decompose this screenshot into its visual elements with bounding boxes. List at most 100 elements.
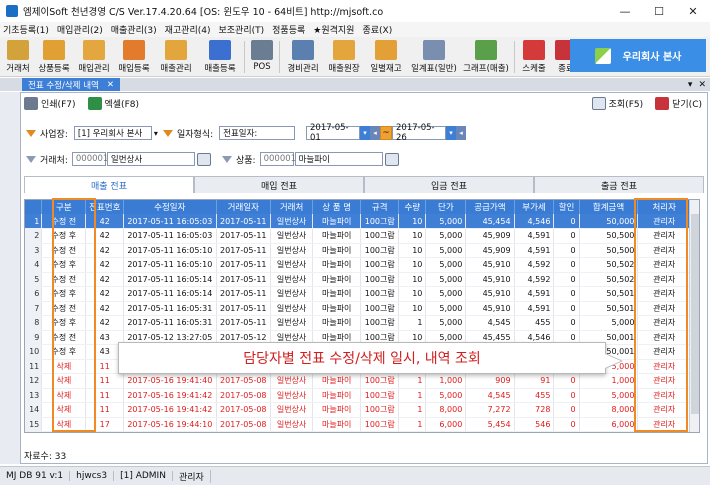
- table-row[interactable]: 4 수정 후 42 2017-05-11 16:05:10 2017-05-11 일번상사…: [25, 257, 691, 273]
- toolbar-button-2[interactable]: 매입관리: [74, 37, 114, 77]
- cell-disc: 0: [553, 243, 580, 258]
- toolbar-button-5[interactable]: 매출등록: [198, 37, 242, 77]
- table-row[interactable]: 6 수정 후 42 2017-05-11 16:05:14 2017-05-11 일번상사…: [25, 286, 691, 302]
- toolbar-button-label: 매출관리: [160, 64, 192, 74]
- doc-tab-edit-history[interactable]: 전표 수정/삭제 내역 ✕: [22, 78, 120, 91]
- cell-date: 2017-05-08: [216, 417, 272, 432]
- close-all-tabs-icon[interactable]: ✕: [698, 80, 706, 90]
- date-from-spin-icon[interactable]: ◂: [370, 126, 380, 140]
- tab-sales-slip[interactable]: 매출 전표: [24, 176, 194, 193]
- table-row[interactable]: 1 수정 전 42 2017-05-11 16:05:03 2017-05-11 일번상사…: [25, 214, 691, 229]
- table-row[interactable]: 2 수정 후 42 2017-05-11 16:05:03 2017-05-11 일번상사…: [25, 228, 691, 244]
- cell-qty: 1: [398, 373, 427, 389]
- menu-aux[interactable]: 보조관리(T): [219, 23, 265, 36]
- toolbar-button-9[interactable]: 일별재고: [364, 37, 408, 77]
- cell-n: 6: [25, 286, 43, 302]
- column-header[interactable]: 상 품 명: [312, 200, 362, 214]
- cell-n: 12: [25, 373, 43, 389]
- toolbar-button-8[interactable]: 매출원장: [324, 37, 364, 77]
- vendor-name-input[interactable]: 일번상사: [106, 152, 195, 166]
- excel-button[interactable]: 엑셀(F8): [87, 97, 139, 110]
- search-button[interactable]: 조회(F5): [591, 97, 643, 110]
- menu-basic[interactable]: 기초등록(1): [3, 23, 49, 36]
- date-from-dropdown-icon[interactable]: ▾: [360, 126, 370, 140]
- menu-license[interactable]: 정품등록: [272, 23, 305, 36]
- date-from-input[interactable]: 2017-05-01: [306, 123, 360, 143]
- cell-total: 50,000: [579, 214, 639, 229]
- toolbar-button-1[interactable]: 상품등록: [34, 37, 74, 77]
- vertical-scrollbar[interactable]: [689, 200, 699, 432]
- toolbar-button-0[interactable]: 거래처: [2, 37, 34, 77]
- table-row[interactable]: 7 수정 전 42 2017-05-11 16:05:31 2017-05-11 일번상사…: [25, 301, 691, 316]
- scrollbar-thumb[interactable]: [691, 214, 699, 414]
- menu-purchase[interactable]: 매입관리(2): [57, 23, 103, 36]
- cell-total: 50,500: [579, 228, 639, 244]
- vendor-code-input[interactable]: 000001: [71, 152, 108, 166]
- cell-mod: 2017-05-11 16:05:03: [123, 228, 217, 244]
- maximize-button[interactable]: ☐: [642, 0, 676, 22]
- table-row[interactable]: 15 삭제 17 2017-05-16 19:44:10 2017-05-08 일번상사 마…: [25, 417, 691, 432]
- history-table: 구분 전표번호 수정일자 거래일자 거래처 상 품 명 규격 수량 단가 공급가액 부가세 할인 합계금…: [25, 200, 691, 432]
- cell-date: 2017-05-08: [216, 402, 272, 418]
- column-header[interactable]: 거래일자: [216, 200, 272, 214]
- tab-withdrawal-slip[interactable]: 출금 전표: [534, 176, 704, 193]
- toolbar-button-7[interactable]: 경비관리: [282, 37, 324, 77]
- site-select[interactable]: [1] 우리회사 본사: [73, 126, 152, 140]
- menu-exit[interactable]: 종료(X): [362, 23, 392, 36]
- tab-list-icon[interactable]: ▾: [688, 80, 693, 90]
- column-header[interactable]: 거래처: [270, 200, 314, 214]
- table-row[interactable]: 13 삭제 11 2017-05-16 19:41:42 2017-05-08 일번상사 마…: [25, 388, 691, 403]
- date-type-select[interactable]: 전표일자:: [219, 126, 296, 140]
- doc-tab-close-icon[interactable]: ✕: [107, 80, 114, 90]
- cell-total: 50,500: [579, 243, 639, 258]
- toolbar-button-4[interactable]: 매출관리: [154, 37, 198, 77]
- date-to-spin-icon[interactable]: ◂: [456, 126, 466, 140]
- close-window-button[interactable]: ✕: [676, 0, 710, 22]
- column-header[interactable]: 수량: [398, 200, 427, 214]
- product-name-input[interactable]: 마늘파이: [294, 152, 383, 166]
- tab-deposit-slip[interactable]: 입금 전표: [364, 176, 534, 193]
- toolbar-button-6[interactable]: POS: [247, 37, 277, 77]
- menu-inventory[interactable]: 재고관리(4): [165, 23, 211, 36]
- column-header[interactable]: 부가세: [514, 200, 555, 214]
- product-search-icon[interactable]: [384, 152, 399, 166]
- column-header[interactable]: 할인: [553, 200, 580, 214]
- cell-date: 2017-05-11: [216, 243, 272, 258]
- minimize-button[interactable]: —: [608, 0, 642, 22]
- table-row[interactable]: 5 수정 전 42 2017-05-11 16:05:14 2017-05-11 일번상사…: [25, 272, 691, 287]
- menu-sales[interactable]: 매출관리(3): [111, 23, 157, 36]
- toolbar-button-10[interactable]: 일계표(일반): [408, 37, 460, 77]
- cell-n: 11: [25, 359, 43, 374]
- product-code-input[interactable]: 000001: [259, 152, 296, 166]
- close-button[interactable]: 닫기(C): [655, 97, 702, 110]
- cell-disc: 0: [553, 301, 580, 316]
- table-row[interactable]: 8 수정 후 42 2017-05-11 16:05:31 2017-05-11 일번상사…: [25, 315, 691, 331]
- cell-disc: 0: [553, 315, 580, 331]
- cell-product: 마늘파이: [312, 417, 362, 432]
- date-to-dropdown-icon[interactable]: ▾: [446, 126, 456, 140]
- column-header[interactable]: 합계금액: [579, 200, 639, 214]
- cell-total: 50,501: [579, 286, 639, 302]
- print-button[interactable]: 인쇄(F7): [24, 97, 76, 110]
- column-header[interactable]: 단가: [425, 200, 467, 214]
- tab-purchase-slip[interactable]: 매입 전표: [194, 176, 364, 193]
- column-header[interactable]: 규격: [360, 200, 400, 214]
- cell-date: 2017-05-11: [216, 228, 272, 244]
- cell-qty: 1: [398, 315, 427, 331]
- column-header[interactable]: 공급가액: [465, 200, 515, 214]
- cell-n: 9: [25, 330, 43, 345]
- toolbar-button-3[interactable]: 매입등록: [114, 37, 154, 77]
- date-to-input[interactable]: 2017-05-26: [392, 123, 446, 143]
- toolbar-button-11[interactable]: 그래프(매출): [460, 37, 512, 77]
- chevron-down-icon[interactable]: ▾: [154, 129, 158, 138]
- toolbar-button-12[interactable]: 스케줄: [517, 37, 551, 77]
- column-header[interactable]: 수정일자: [123, 200, 217, 214]
- menu-remote[interactable]: ★원격지원: [313, 23, 354, 36]
- cell-disc: 0: [553, 402, 580, 418]
- table-row[interactable]: 12 삭제 11 2017-05-16 19:41:40 2017-05-08 일번상사 마…: [25, 373, 691, 389]
- table-row[interactable]: 3 수정 전 42 2017-05-11 16:05:10 2017-05-11 일번상사…: [25, 243, 691, 258]
- vendor-search-icon[interactable]: [196, 152, 211, 166]
- cell-price: 5,000: [425, 315, 467, 331]
- funnel-icon: [26, 155, 36, 163]
- table-row[interactable]: 14 삭제 11 2017-05-16 19:41:42 2017-05-08 일번상사 마…: [25, 402, 691, 418]
